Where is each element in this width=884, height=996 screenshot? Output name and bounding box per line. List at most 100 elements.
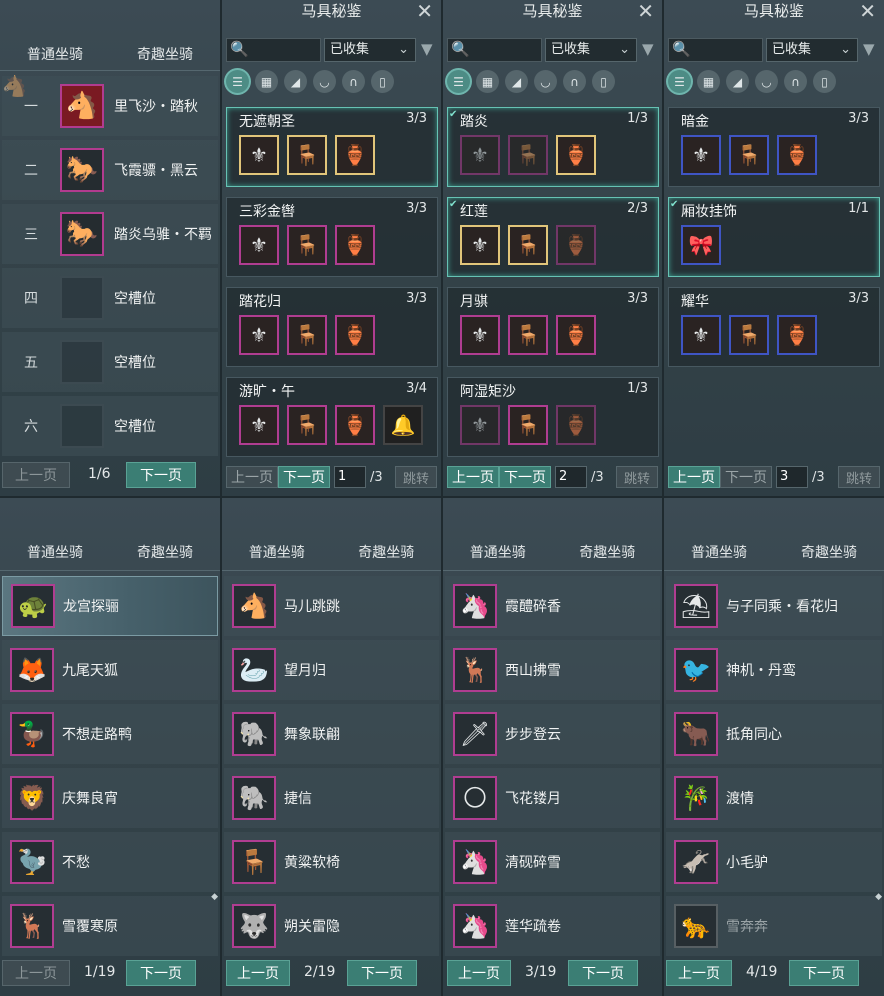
barding-icon[interactable]: 🏺 <box>556 225 596 265</box>
close-icon[interactable]: ✕ <box>637 0 654 23</box>
list-view-icon[interactable]: ☰ <box>226 70 249 93</box>
next-page-button[interactable]: 下一页 <box>126 462 196 488</box>
tack-set-card[interactable]: 踏花归 3/3 ⚜ 🪑 🏺 <box>226 287 438 367</box>
mount-list-item[interactable]: 🗡 步步登云 <box>445 704 660 764</box>
bridle-category-icon[interactable]: ◢ <box>284 70 307 93</box>
collected-filter-dropdown[interactable]: 已收集 ⌄ <box>324 38 416 62</box>
next-page-button[interactable]: 下一页 <box>499 466 551 488</box>
bridle-icon[interactable]: ⚜ <box>239 315 279 355</box>
slot-row[interactable]: 五 空槽位 <box>2 332 218 392</box>
next-page-button[interactable]: 下一页 <box>347 960 417 986</box>
prev-page-button[interactable]: 上一页 <box>668 466 720 488</box>
stirrup-category-icon[interactable]: ∩ <box>563 70 586 93</box>
mount-list-item[interactable]: 🐦 神机・丹鸾 <box>666 640 882 700</box>
saddle-icon[interactable]: 🪑 <box>287 135 327 175</box>
saddle-icon[interactable]: 🪑 <box>729 315 769 355</box>
bridle-icon[interactable]: ⚜ <box>460 405 500 445</box>
page-number-input[interactable]: 3 <box>776 466 808 488</box>
bridle-icon[interactable]: ⚜ <box>239 135 279 175</box>
barding-icon[interactable]: 🏺 <box>556 405 596 445</box>
barding-icon[interactable]: 🏺 <box>777 315 817 355</box>
bridle-icon[interactable]: ⚜ <box>681 135 721 175</box>
mount-list-item[interactable]: 🦄 莲华疏卷 <box>445 896 660 956</box>
stirrup-category-icon[interactable]: ∩ <box>342 70 365 93</box>
mount-list-item[interactable]: 🦄 霞醴碎香 <box>445 576 660 636</box>
prev-page-button[interactable]: 上一页 <box>2 960 70 986</box>
tab-fun-mounts[interactable]: 奇趣坐骑 <box>110 542 220 562</box>
saddle-icon[interactable]: 🪑 <box>729 135 769 175</box>
close-icon[interactable]: ✕ <box>416 0 433 23</box>
bridle-icon[interactable]: ⚜ <box>460 315 500 355</box>
mount-list-item[interactable]: 🐺 朔关雷隐 <box>224 896 439 956</box>
list-view-icon[interactable]: ☰ <box>668 70 691 93</box>
tack-set-card[interactable]: 耀华 3/3 ⚜ 🪑 🏺 <box>668 287 880 367</box>
mount-list-item[interactable]: 🦆 不想走路鸭 <box>2 704 218 764</box>
tab-normal-mounts[interactable]: 普通坐骑 <box>0 542 110 562</box>
mount-list-item[interactable]: 🦌 西山拂雪 <box>445 640 660 700</box>
mount-list-item[interactable]: 🦤 不愁 <box>2 832 218 892</box>
filter-icon[interactable]: ▼ <box>421 40 433 58</box>
tab-normal-mounts[interactable]: 普通坐骑 <box>443 542 553 562</box>
jump-button[interactable]: 跳转 <box>395 466 437 488</box>
saddle-icon[interactable]: 🪑 <box>287 225 327 265</box>
next-page-button[interactable]: 下一页 <box>126 960 196 986</box>
prev-page-button[interactable]: 上一页 <box>226 960 290 986</box>
tab-normal-mounts[interactable]: 普通坐骑 <box>664 542 774 562</box>
mount-list-item[interactable]: 🫏 小毛驴 <box>666 832 882 892</box>
bridle-category-icon[interactable]: ◢ <box>726 70 749 93</box>
mount-list-item[interactable]: 🦁 庆舞良宵 <box>2 768 218 828</box>
page-number-input[interactable]: 2 <box>555 466 587 488</box>
stirrup-category-icon[interactable]: ∩ <box>784 70 807 93</box>
mount-list-item[interactable]: ⛱ 与子同乘・看花归 <box>666 576 882 636</box>
bridle-icon[interactable]: ⚜ <box>460 225 500 265</box>
next-page-button[interactable]: 下一页 <box>568 960 638 986</box>
collected-filter-dropdown[interactable]: 已收集 ⌄ <box>766 38 858 62</box>
tack-set-card[interactable]: 月骐 3/3 ⚜ 🪑 🏺 <box>447 287 659 367</box>
prev-page-button[interactable]: 上一页 <box>226 466 278 488</box>
slot-row[interactable]: 三 🐎 踏炎乌骓・不羁 <box>2 204 218 264</box>
jump-button[interactable]: 跳转 <box>616 466 658 488</box>
tab-fun-mounts[interactable]: 奇趣坐骑 <box>110 44 220 64</box>
filter-icon[interactable]: ▼ <box>642 40 654 58</box>
prev-page-button[interactable]: 上一页 <box>2 462 70 488</box>
grid-view-icon[interactable]: ▦ <box>255 70 278 93</box>
saddle-icon[interactable]: 🪑 <box>508 315 548 355</box>
filter-icon[interactable]: ▼ <box>863 40 875 58</box>
mount-list-item[interactable]: 🐢 龙宫探骊 <box>2 576 218 636</box>
bridle-icon[interactable]: ⚜ <box>239 405 279 445</box>
close-icon[interactable]: ✕ <box>859 0 876 23</box>
mount-list-item[interactable]: 🦊 九尾天狐 <box>2 640 218 700</box>
armor-category-icon[interactable]: ▯ <box>813 70 836 93</box>
barding-icon[interactable]: 🏺 <box>556 135 596 175</box>
saddle-icon[interactable]: 🪑 <box>287 405 327 445</box>
tack-set-card[interactable]: 阿湿矩沙 1/3 ⚜ 🪑 🏺 <box>447 377 659 457</box>
grid-view-icon[interactable]: ▦ <box>476 70 499 93</box>
prev-page-button[interactable]: 上一页 <box>447 466 499 488</box>
tab-normal-mounts[interactable]: 普通坐骑 <box>0 44 110 64</box>
saddle-category-icon[interactable]: ◡ <box>313 70 336 93</box>
collected-filter-dropdown[interactable]: 已收集 ⌄ <box>545 38 637 62</box>
mount-list-item[interactable]: 🐴 马儿跳跳 <box>224 576 439 636</box>
next-page-button[interactable]: 下一页 <box>720 466 772 488</box>
tack-set-card[interactable]: ✔ 厢妆挂饰 1/1 🎀 <box>668 197 880 277</box>
barding-icon[interactable]: 🏺 <box>556 315 596 355</box>
search-input[interactable]: 🔍 <box>226 38 321 62</box>
list-view-icon[interactable]: ☰ <box>447 70 470 93</box>
tab-fun-mounts[interactable]: 奇趣坐骑 <box>332 542 442 562</box>
next-page-button[interactable]: 下一页 <box>278 466 330 488</box>
tack-set-card[interactable]: 无遮朝圣 3/3 ⚜ 🪑 🏺 <box>226 107 438 187</box>
mount-list-item[interactable]: 🐂 抵角同心 <box>666 704 882 764</box>
mount-list-item[interactable]: 🦄 清砚碎雪 <box>445 832 660 892</box>
tack-set-card[interactable]: 暗金 3/3 ⚜ 🪑 🏺 <box>668 107 880 187</box>
mount-list-item[interactable]: 🎋 渡情 <box>666 768 882 828</box>
saddle-icon[interactable]: 🪑 <box>508 135 548 175</box>
barding-icon[interactable]: 🏺 <box>335 135 375 175</box>
search-input[interactable]: 🔍 <box>447 38 542 62</box>
next-page-button[interactable]: 下一页 <box>789 960 859 986</box>
bridle-category-icon[interactable]: ◢ <box>505 70 528 93</box>
mount-list-item[interactable]: 🌕 飞花镂月 <box>445 768 660 828</box>
bridle-icon[interactable]: ⚜ <box>460 135 500 175</box>
barding-icon[interactable]: 🏺 <box>335 315 375 355</box>
slot-row[interactable]: 四 空槽位 <box>2 268 218 328</box>
mount-list-item[interactable]: 🐘 捷信 <box>224 768 439 828</box>
